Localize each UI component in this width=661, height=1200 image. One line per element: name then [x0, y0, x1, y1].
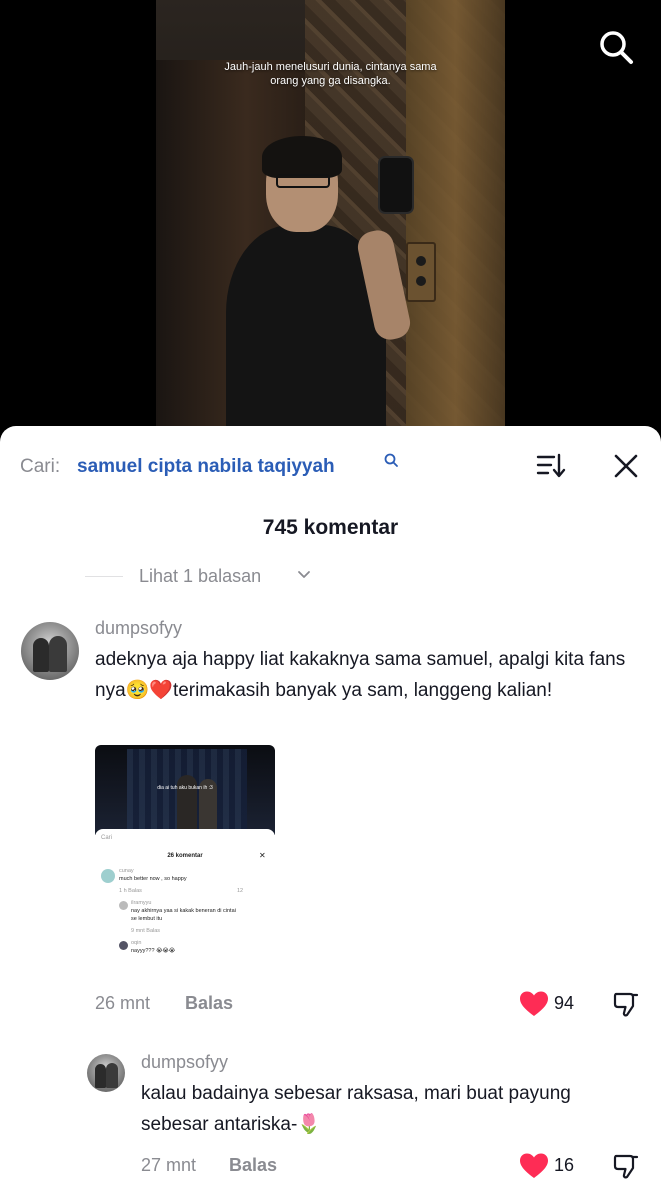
dislike-icon[interactable]	[612, 990, 640, 1018]
search-suggestion-row[interactable]: Cari: samuel cipta nabila taqiyyah	[20, 452, 641, 482]
reply-time: 27 mnt	[141, 1155, 197, 1175]
reply-button[interactable]: Balas	[229, 1155, 277, 1176]
avatar-figure	[33, 638, 49, 672]
attached-person	[177, 775, 197, 835]
attached-meta: 1 h Balas	[119, 888, 142, 894]
attached-user: oqin	[131, 940, 142, 946]
attached-text: se lembut itu	[131, 916, 163, 922]
reply-text: kalau badainya sebesar raksasa, mari bua…	[141, 1083, 571, 1135]
caption-line-2: orang yang ga disangka.	[270, 75, 391, 87]
attached-comments-sheet: Cari 26 komentar ✕ cunay much better now…	[95, 829, 275, 975]
comment-time: 26 mnt	[95, 993, 151, 1013]
close-icon: ✕	[259, 851, 266, 860]
search-icon[interactable]	[596, 27, 636, 67]
comment-count-title: 745 komentar	[262, 516, 399, 539]
reply-username[interactable]: dumpsofyy	[141, 1052, 228, 1073]
heart-icon[interactable]	[519, 1152, 549, 1180]
search-prefix: Cari:	[20, 456, 61, 477]
video-caption: Jauh-jauh menelusuri dunia, cintanya sam…	[156, 60, 505, 88]
search-term-link[interactable]: samuel cipta nabila taqiyyah	[77, 456, 335, 478]
person-hair	[262, 136, 342, 178]
person-phone	[378, 156, 414, 214]
comment-text: adeknya aja happy liat kakaknya sama sam…	[95, 649, 626, 701]
like-count: 94	[554, 993, 575, 1013]
attached-likes: 12	[237, 888, 244, 894]
attached-avatar	[101, 869, 115, 883]
avatar-figure	[95, 1064, 106, 1088]
divider-line	[85, 576, 123, 577]
view-replies-link[interactable]: Lihat 1 balasan	[139, 566, 261, 587]
chevron-down-icon[interactable]	[297, 568, 311, 582]
attached-text: nayyy??? 😭😭😭	[131, 948, 176, 954]
attached-title: 26 komentar	[167, 853, 203, 859]
comments-sheet: Cari: samuel cipta nabila taqiyyah 745 k…	[0, 426, 661, 1200]
dislike-icon[interactable]	[612, 1152, 640, 1180]
heart-icon[interactable]	[519, 990, 549, 1018]
attached-meta: 9 mnt Balas	[131, 928, 161, 934]
attached-image[interactable]: dia ai tuh aku bukan ih :3 Cari 26 komen…	[95, 745, 275, 975]
reply-button[interactable]: Balas	[185, 993, 233, 1014]
attached-avatar	[119, 941, 128, 950]
attached-avatar	[119, 901, 128, 910]
video-frame[interactable]: Jauh-jauh menelusuri dunia, cintanya sam…	[156, 0, 505, 445]
close-icon[interactable]	[612, 452, 640, 480]
attached-text: nay akhirnya yaa si kakak beneran di cin…	[131, 908, 236, 914]
view-replies-row[interactable]: Lihat 1 balasan	[85, 564, 385, 588]
sort-icon[interactable]	[536, 452, 566, 480]
like-count: 16	[554, 1155, 575, 1175]
caption-line-1: Jauh-jauh menelusuri dunia, cintanya sam…	[224, 61, 437, 73]
attached-user: ilramyyu	[131, 900, 152, 906]
attached-search: Cari	[101, 835, 113, 841]
avatar[interactable]	[21, 622, 79, 680]
avatar[interactable]	[87, 1054, 125, 1092]
comment-username[interactable]: dumpsofyy	[95, 618, 182, 639]
attached-user: cunay	[119, 868, 134, 874]
attached-video-still: dia ai tuh aku bukan ih :3	[95, 745, 275, 835]
person-mirror-selfie	[226, 130, 426, 445]
avatar-figure	[106, 1063, 118, 1088]
person-glasses	[276, 174, 330, 188]
attached-caption: dia ai tuh aku bukan ih :3	[157, 785, 213, 791]
video-player[interactable]: Jauh-jauh menelusuri dunia, cintanya sam…	[0, 0, 661, 445]
search-icon[interactable]	[383, 452, 399, 468]
avatar-figure	[49, 636, 67, 672]
attached-text: much better now , so happy	[119, 876, 187, 882]
